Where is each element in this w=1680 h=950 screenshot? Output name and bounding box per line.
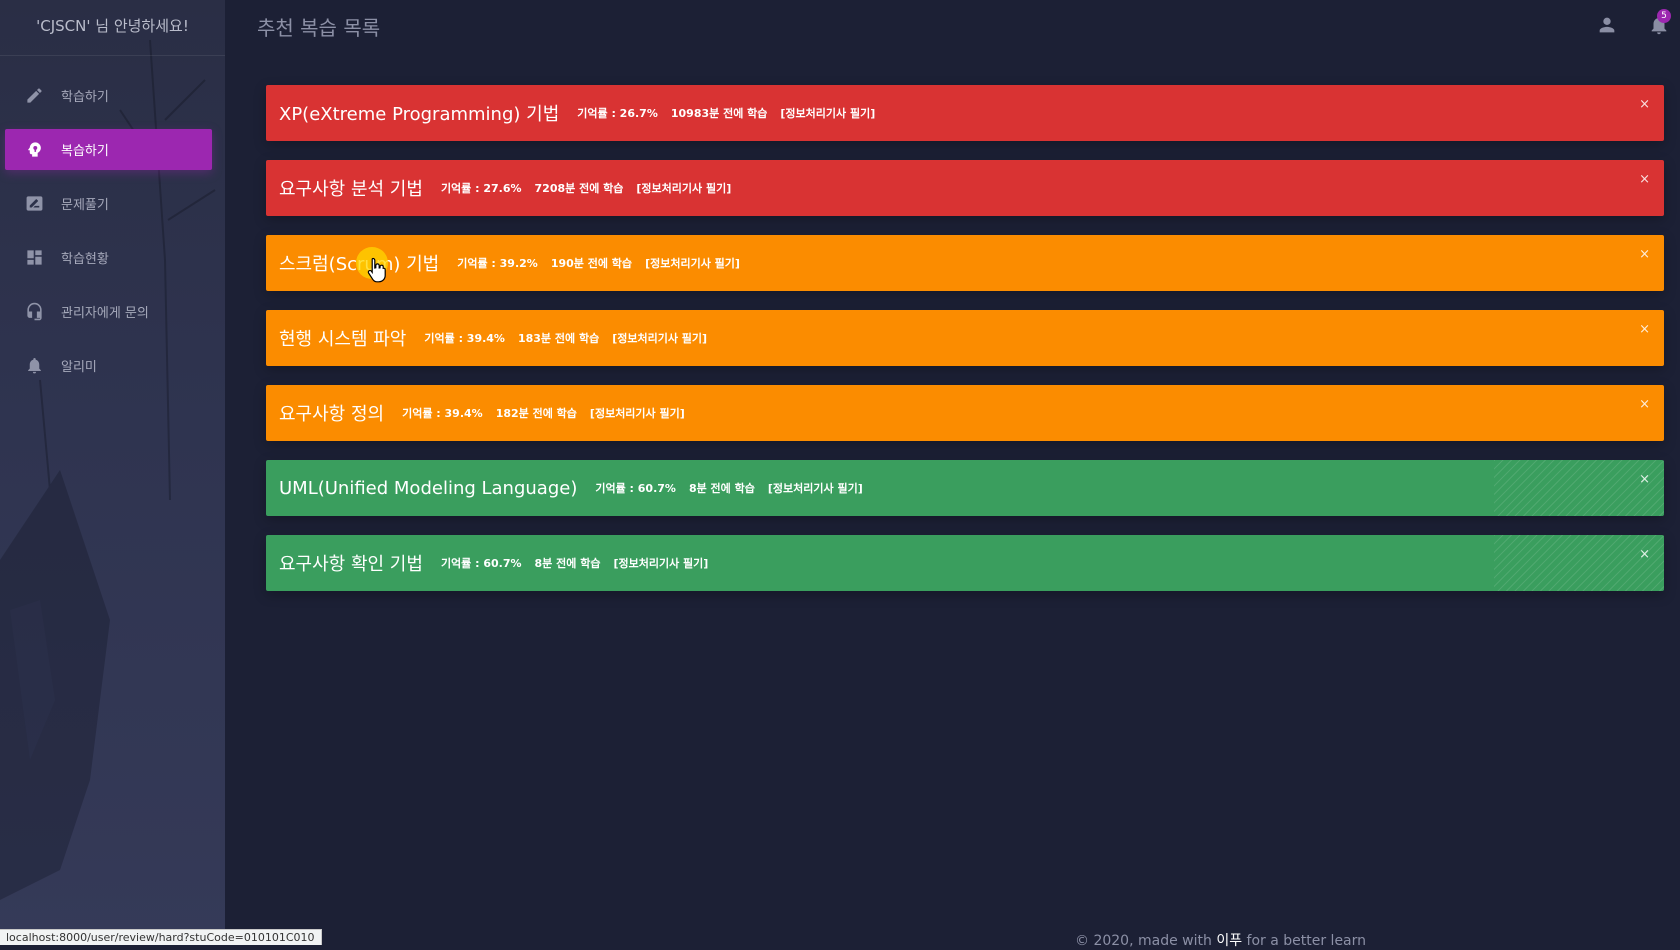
hand-cursor-icon (367, 257, 386, 283)
page-title: 추천 복습 목록 (257, 16, 381, 40)
alert-memory-rate: 기억률 : 39.2% (457, 257, 538, 270)
review-alert[interactable]: 요구사항 확인 기법 기억률 : 60.7% 8분 전에 학습 [정보처리기사 … (266, 535, 1664, 591)
sidebar-item-label: 문제풀기 (61, 198, 109, 213)
alert-title: XP(eXtreme Programming) 기법 (279, 104, 560, 125)
alert-title: 요구사항 분석 기법 (279, 179, 423, 200)
sidebar-item-notifications[interactable]: 알리미 (5, 345, 212, 386)
review-alert[interactable]: XP(eXtreme Programming) 기법 기억률 : 26.7% 1… (266, 85, 1664, 141)
alert-time-ago: 190분 전에 학습 (550, 257, 633, 270)
close-icon[interactable]: × (1639, 547, 1650, 562)
greeting-text: 'CJSCN' 님 안녕하세요! (0, 0, 225, 56)
decorative-pattern (1494, 535, 1664, 591)
alert-time-ago: 182분 전에 학습 (495, 407, 577, 420)
dashboard-icon (23, 247, 45, 269)
alert-title: 현행 시스템 파악 (279, 329, 407, 350)
review-alert[interactable]: 스크럼(Scrum) 기법 기억률 : 39.2% 190분 전에 학습 [정보… (266, 235, 1664, 291)
footer-suffix: for a better learn (1242, 933, 1367, 949)
sidebar-item-progress[interactable]: 학습현황 (5, 237, 212, 278)
alert-time-ago: 8분 전에 학습 (688, 482, 755, 495)
close-icon[interactable]: × (1639, 172, 1650, 187)
sidebar-item-label: 관리자에게 문의 (61, 306, 149, 321)
alert-time-ago: 7208분 전에 학습 (534, 182, 624, 195)
pencil-icon (23, 85, 45, 107)
alert-time-ago: 183분 전에 학습 (517, 332, 600, 345)
footer-prefix: © 2020, made with (1075, 933, 1217, 949)
sidebar-item-study[interactable]: 학습하기 (5, 75, 212, 116)
brain-head-icon (23, 139, 45, 161)
close-icon[interactable]: × (1639, 97, 1650, 112)
alert-category: [정보처리기사 필기] (780, 107, 876, 120)
review-list: XP(eXtreme Programming) 기법 기억률 : 26.7% 1… (266, 85, 1664, 610)
alert-category: [정보처리기사 필기] (645, 257, 740, 270)
sidebar-item-contact-admin[interactable]: 관리자에게 문의 (5, 291, 212, 332)
footer-highlight[interactable]: 이푸 (1216, 933, 1242, 949)
sidebar-item-label: 학습현황 (61, 252, 109, 267)
alert-memory-rate: 기억률 : 39.4% (402, 407, 483, 420)
review-alert[interactable]: 요구사항 정의 기억률 : 39.4% 182분 전에 학습 [정보처리기사 필… (266, 385, 1664, 441)
review-alert[interactable]: UML(Unified Modeling Language) 기억률 : 60.… (266, 460, 1664, 516)
headset-icon (23, 301, 45, 323)
bell-icon (23, 355, 45, 377)
alert-category: [정보처리기사 필기] (636, 182, 732, 195)
alert-memory-rate: 기억률 : 26.7% (577, 107, 658, 120)
sidebar-item-review[interactable]: 복습하기 (5, 129, 212, 170)
review-alert[interactable]: 현행 시스템 파악 기억률 : 39.4% 183분 전에 학습 [정보처리기사… (266, 310, 1664, 366)
alert-memory-rate: 기억률 : 39.4% (424, 332, 505, 345)
alert-category: [정보처리기사 필기] (613, 557, 709, 570)
alert-category: [정보처리기사 필기] (767, 482, 863, 495)
close-icon[interactable]: × (1639, 472, 1650, 487)
alert-title: 요구사항 정의 (279, 404, 385, 425)
close-icon[interactable]: × (1639, 247, 1650, 262)
decorative-pattern (1494, 460, 1664, 516)
alert-memory-rate: 기억률 : 60.7% (595, 482, 676, 495)
sidebar-item-label: 복습하기 (61, 144, 109, 159)
status-bar-url: localhost:8000/user/review/hard?stuCode=… (0, 929, 322, 945)
close-icon[interactable]: × (1639, 322, 1650, 337)
review-alert[interactable]: 요구사항 분석 기법 기억률 : 27.6% 7208분 전에 학습 [정보처리… (266, 160, 1664, 216)
alert-title: 요구사항 확인 기법 (279, 554, 423, 575)
person-icon[interactable] (1596, 14, 1618, 36)
sidebar-item-label: 알리미 (61, 360, 97, 375)
sidebar: 'CJSCN' 님 안녕하세요! 학습하기 복습하기 문제풀기 학습현황 관리자… (0, 0, 225, 945)
alert-title: UML(Unified Modeling Language) (279, 477, 578, 499)
alert-time-ago: 10983분 전에 학습 (670, 107, 768, 120)
sidebar-item-solve[interactable]: 문제풀기 (5, 183, 212, 224)
alert-memory-rate: 기억률 : 27.6% (440, 182, 522, 195)
close-icon[interactable]: × (1639, 397, 1650, 412)
sidebar-nav: 학습하기 복습하기 문제풀기 학습현황 관리자에게 문의 알리미 (5, 75, 212, 399)
notification-badge: 5 (1657, 9, 1671, 23)
alert-time-ago: 8분 전에 학습 (534, 557, 601, 570)
sidebar-item-label: 학습하기 (61, 90, 109, 105)
draw-board-icon (23, 193, 45, 215)
alert-memory-rate: 기억률 : 60.7% (440, 557, 522, 570)
alert-category: [정보처리기사 필기] (589, 407, 685, 420)
footer-text: © 2020, made with 이푸 for a better learn (1075, 930, 1366, 950)
alert-category: [정보처리기사 필기] (612, 332, 708, 345)
